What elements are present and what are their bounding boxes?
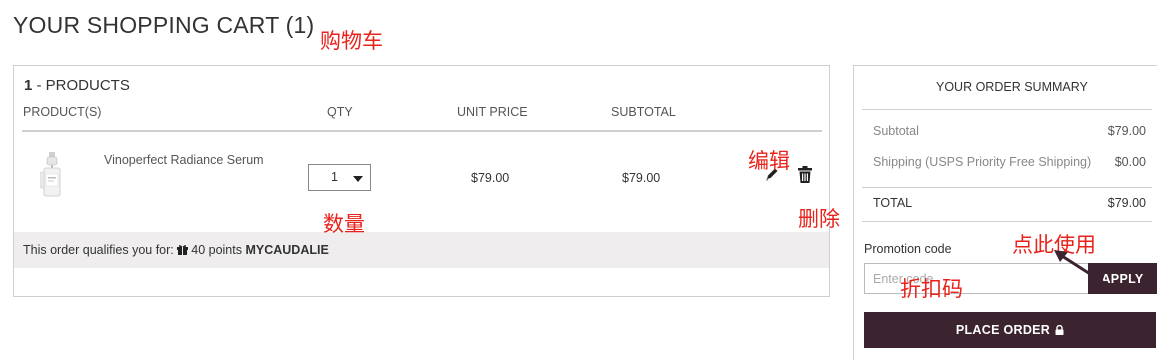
subtotal-price: $79.00	[622, 171, 661, 185]
products-count: 1 - PRODUCTS	[24, 77, 130, 94]
promo-code-label: Promotion code	[864, 242, 952, 256]
loyalty-points-amount: 40 points	[191, 243, 246, 257]
product-name-link[interactable]: Vinoperfect Radiance Serum	[104, 153, 264, 167]
annotation-edit: 编辑	[748, 149, 790, 173]
quantity-value: 1	[331, 170, 338, 184]
column-header-qty: QTY	[327, 105, 353, 119]
column-header-unit-price: UNIT PRICE	[457, 105, 528, 119]
loyalty-prefix: This order qualifies you for:	[23, 243, 178, 257]
order-summary-panel: YOUR ORDER SUMMARY Subtotal $79.00 Shipp…	[853, 65, 1157, 360]
subtotal-label: Subtotal	[873, 124, 919, 138]
loyalty-points-text: This order qualifies you for: 40 points …	[23, 243, 329, 257]
annotation-arrow	[1054, 250, 1113, 290]
product-image[interactable]	[39, 152, 66, 198]
loyalty-points-bar: This order qualifies you for: 40 points …	[14, 232, 829, 268]
header-divider	[22, 130, 822, 132]
summary-divider	[862, 109, 1152, 110]
column-header-product: PRODUCT(S)	[23, 105, 102, 119]
total-label: TOTAL	[873, 196, 913, 210]
total-divider	[862, 187, 1152, 188]
lock-icon	[1055, 324, 1064, 335]
annotation-promo: 折扣码	[900, 277, 963, 301]
place-order-button[interactable]: PLACE ORDER	[864, 312, 1156, 348]
total-divider-bottom	[862, 221, 1152, 222]
place-order-label: PLACE ORDER	[955, 323, 1051, 337]
subtotal-value: $79.00	[1107, 124, 1146, 138]
page-title: YOUR SHOPPING CART (1)	[13, 12, 315, 38]
annotation-qty: 数量	[323, 212, 365, 236]
products-count-label: - PRODUCTS	[32, 77, 130, 94]
total-value: $79.00	[1107, 196, 1146, 210]
shipping-label: Shipping (USPS Priority Free Shipping)	[873, 155, 1092, 169]
trash-icon[interactable]	[798, 166, 812, 183]
quantity-select[interactable]: 1	[308, 164, 371, 191]
order-summary-title: YOUR ORDER SUMMARY	[936, 80, 1088, 94]
cart-panel: 1 - PRODUCTS PRODUCT(S) QTY UNIT PRICE S…	[13, 65, 830, 297]
gift-icon	[177, 244, 189, 255]
annotation-cart: 购物车	[320, 29, 383, 53]
shipping-value: $0.00	[1114, 155, 1146, 169]
column-header-subtotal: SUBTOTAL	[611, 105, 676, 119]
loyalty-brand: MYCAUDALIE	[245, 243, 329, 257]
chevron-down-icon	[353, 176, 363, 182]
unit-price: $79.00	[471, 171, 510, 185]
annotation-delete: 删除	[798, 207, 840, 231]
